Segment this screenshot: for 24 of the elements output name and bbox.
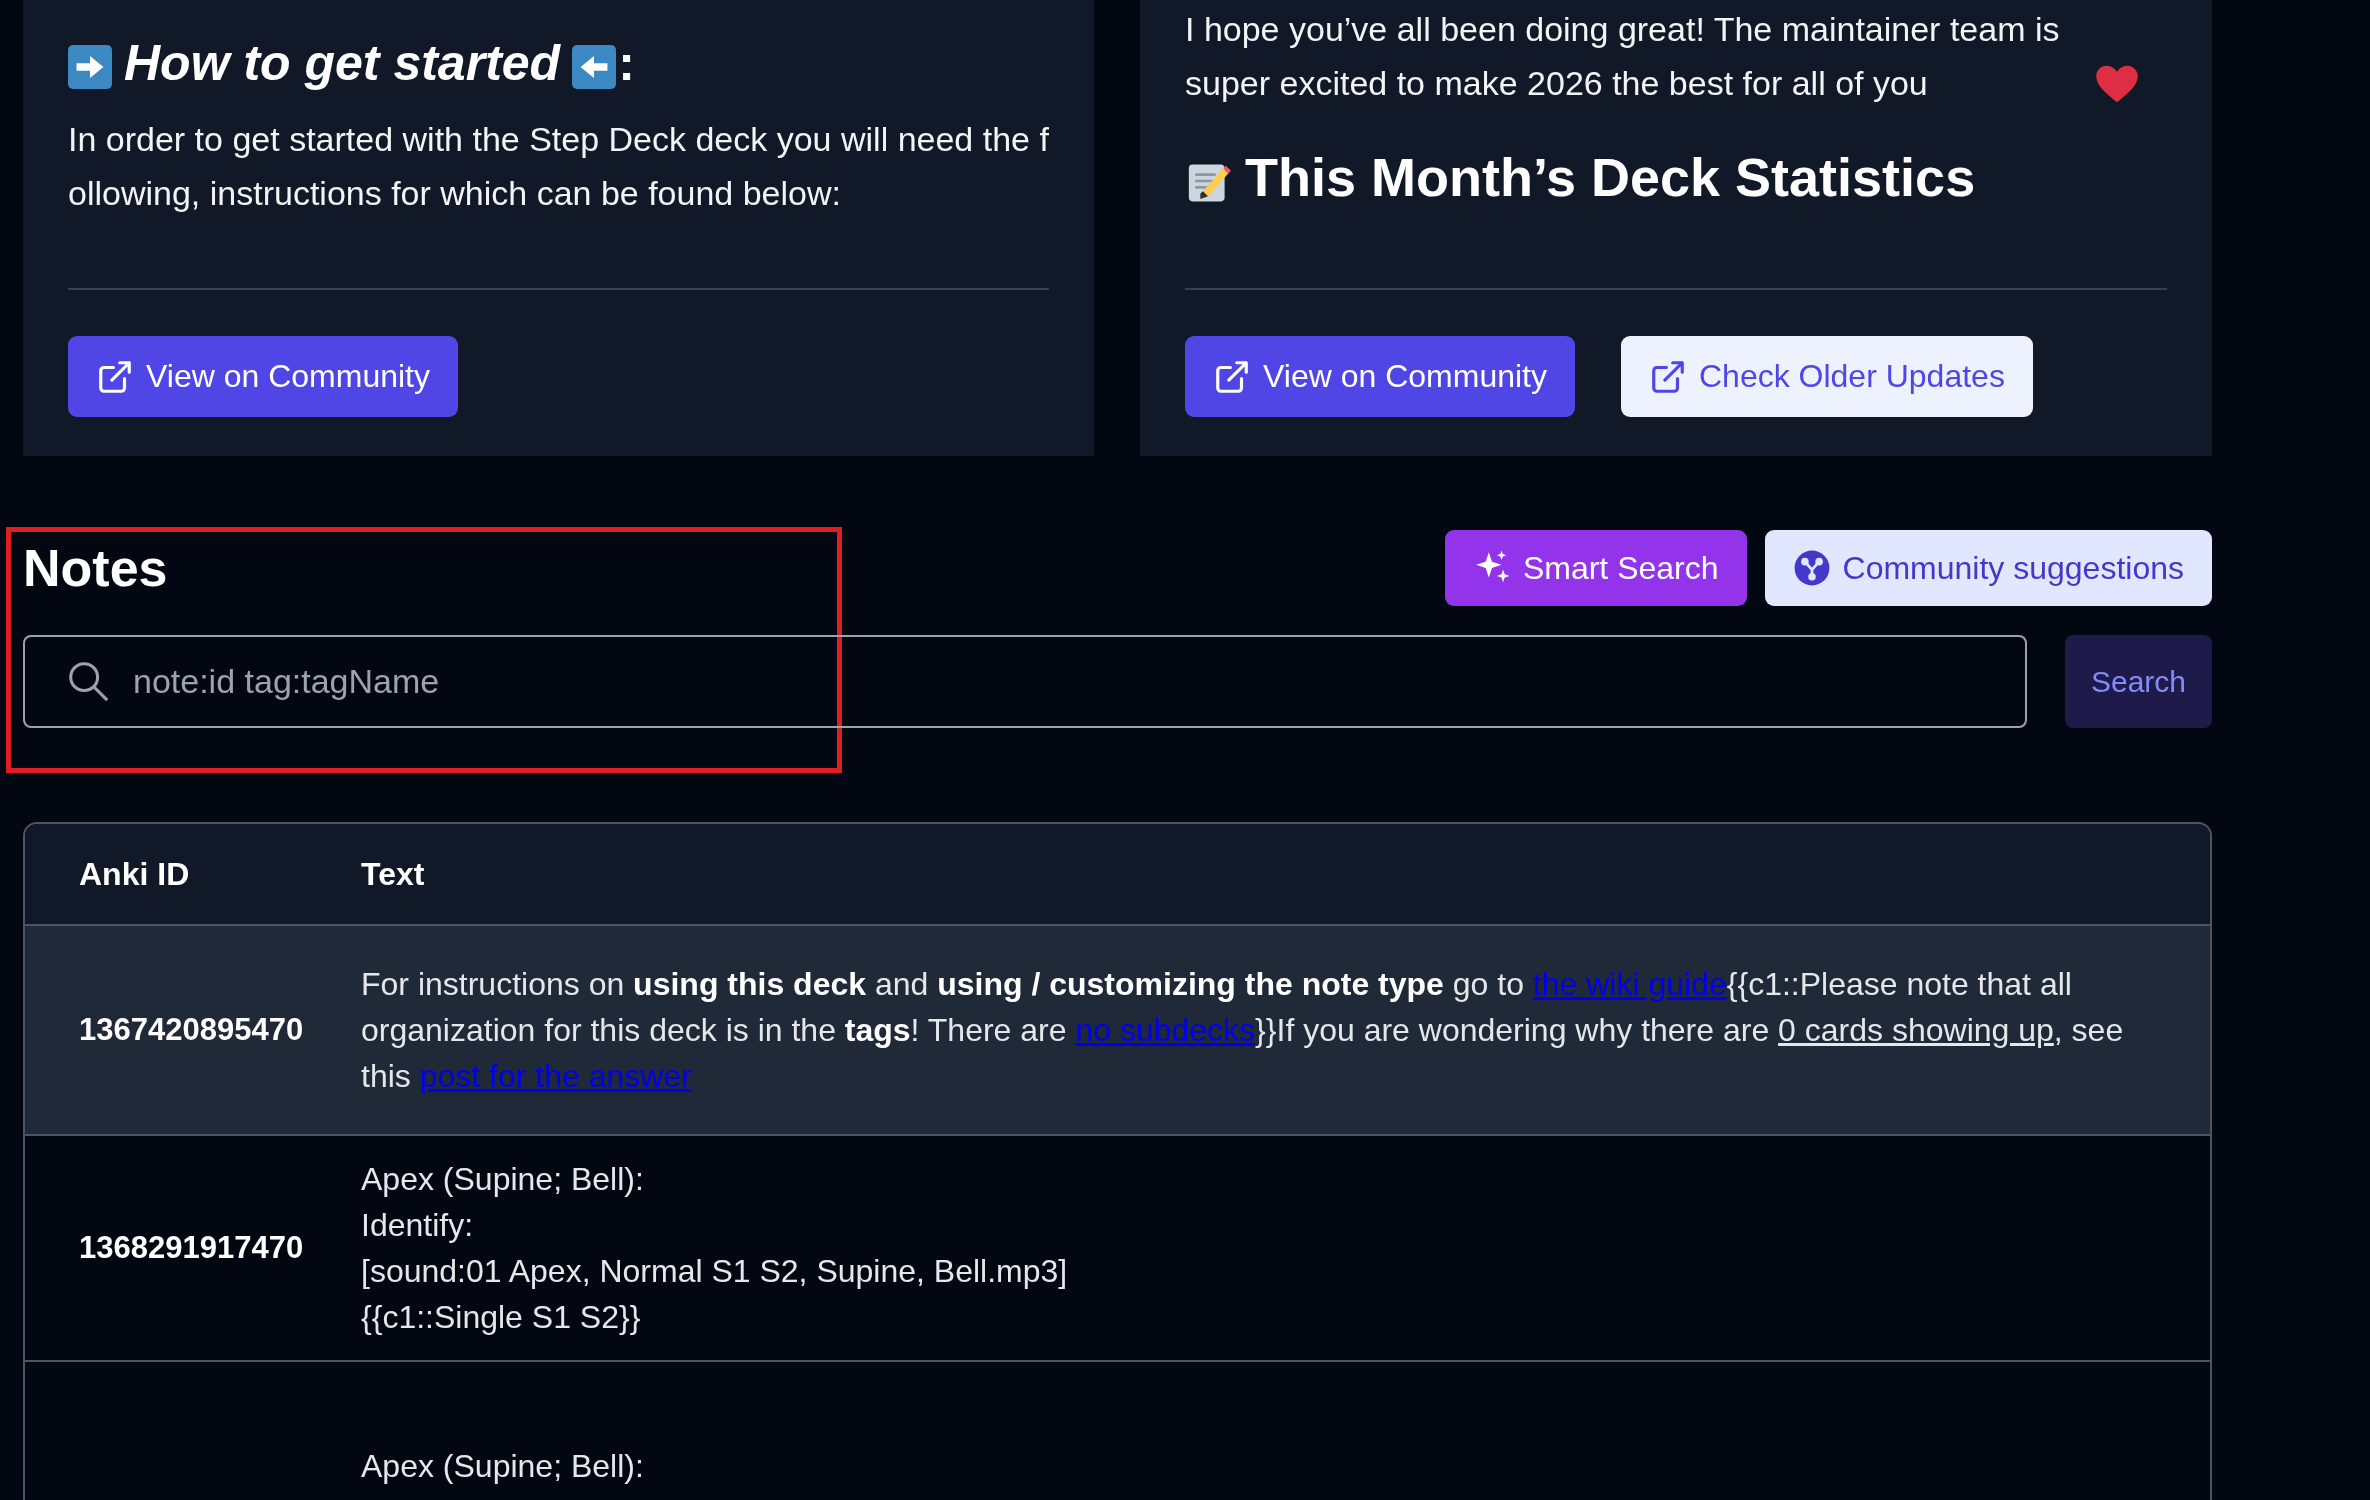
link[interactable]: 0 cards showing up [1778, 1012, 2054, 1048]
note-text: {{c1::Single S1 S2}} [361, 1298, 642, 1337]
community-suggestions-button[interactable]: Community suggestions [1764, 530, 2212, 606]
search-field[interactable]: note:id tag:tagName [23, 635, 2027, 728]
card-text: In order to get started with the Step Deck deck you will need the following, instructions for which can be found below: [68, 119, 1049, 214]
card-text: I hope you’ve all been doing great! The maintainer team is super excited to make 2026 the best for all of you [1185, 9, 2061, 104]
column-header: Anki ID [78, 855, 191, 893]
smart-search-button[interactable]: Smart Search [1444, 530, 1747, 606]
table-cell: 1368291917470 [79, 1230, 304, 1265]
search-button[interactable]: Search [2065, 635, 2212, 728]
heading-colon: : [618, 34, 635, 92]
table-cell: 1367420895470 [79, 1012, 304, 1047]
older-updates-button[interactable]: Check Older Updates [1620, 336, 2033, 417]
note-text: [sound:01 Apex, Normal S1 S2, Supine, Bell.mp3] [361, 1252, 1069, 1291]
note-text: For instructions on using this deck and using / customizing the note type go to the wiki guide{{c1::Please note that all organization for this deck is in the tags! There are no subdecks}}If you are wondering why there are 0 cards showing up, see this post for the answer [361, 965, 2125, 1096]
note-text: Apex (Supine; Bell): [361, 1160, 645, 1199]
note-text: Apex (Supine; Bell): [361, 1447, 645, 1486]
column-header: Text [361, 855, 425, 893]
section-title: Notes [23, 538, 168, 598]
card-heading: This Month’s Deck Statistics [1245, 146, 1976, 208]
view-community-button[interactable]: View on Community [68, 336, 458, 417]
view-community-button[interactable]: View on Community [1185, 336, 1575, 417]
note-text: Identify: [361, 1206, 475, 1245]
card-heading: How to get started [124, 34, 561, 92]
